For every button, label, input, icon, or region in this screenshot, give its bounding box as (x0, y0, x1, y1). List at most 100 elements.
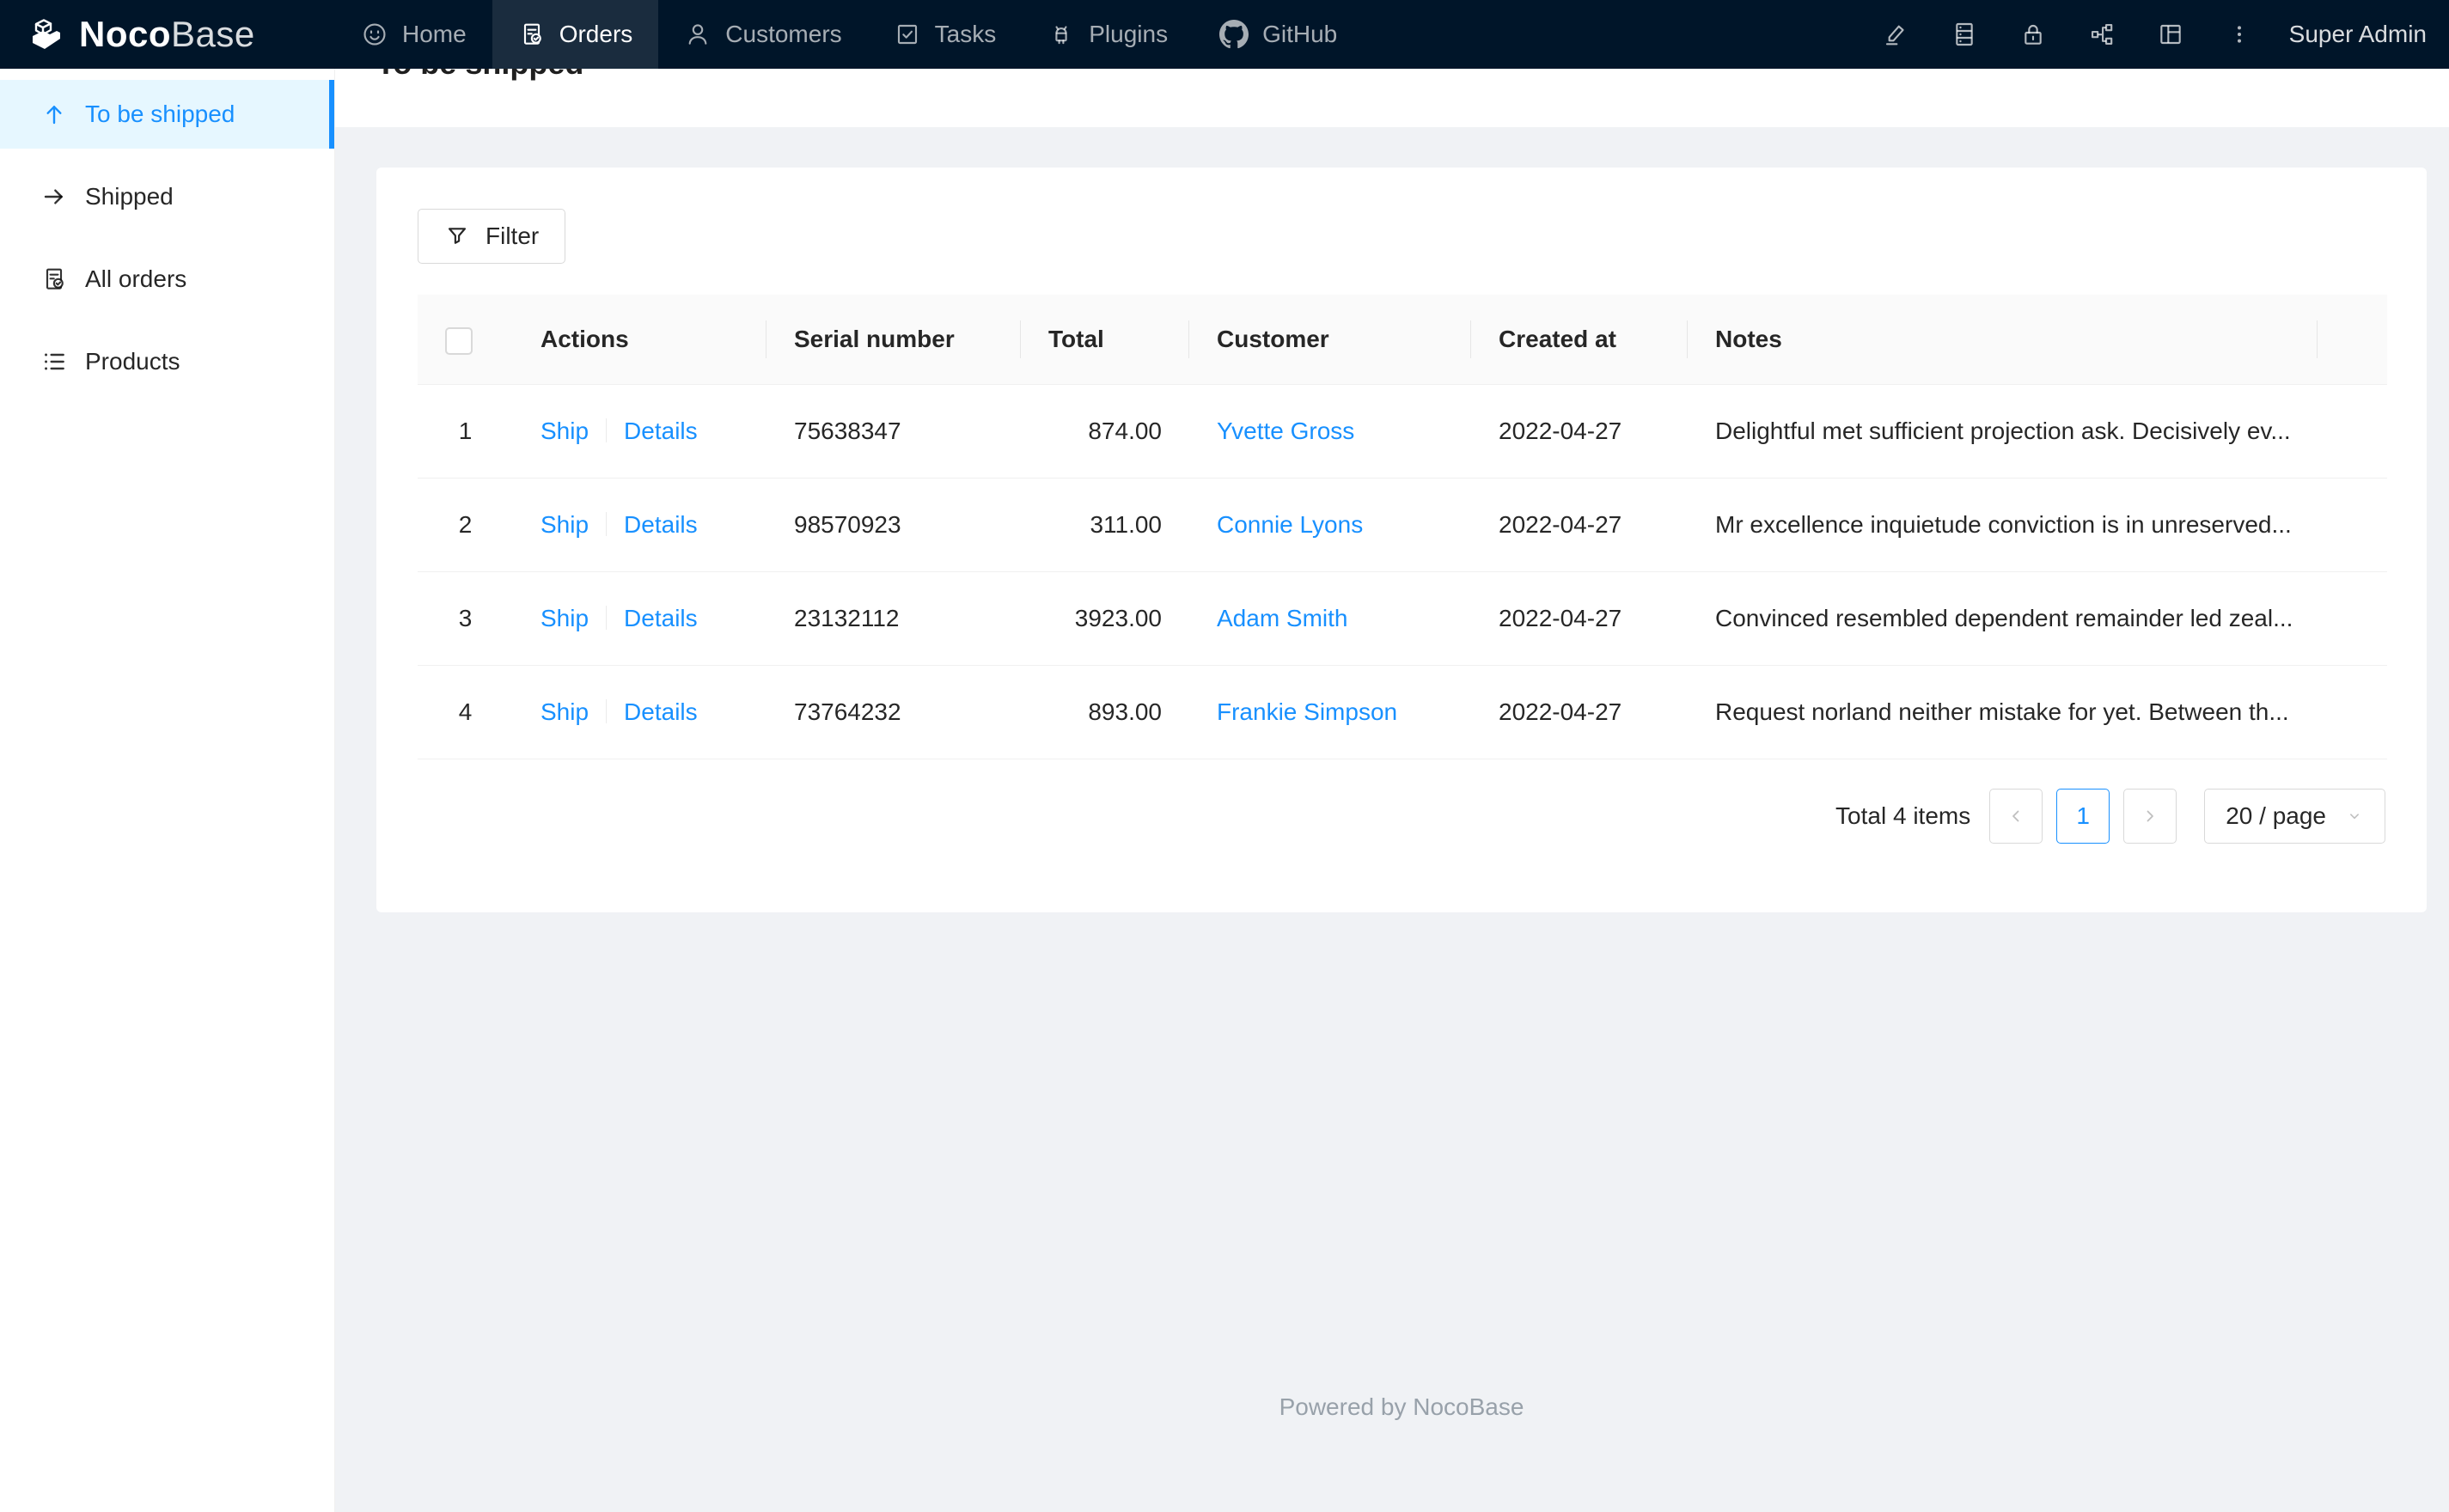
cell-notes: Request norland neither mistake for yet.… (1688, 665, 2318, 759)
page-size-value: 20 / page (2226, 802, 2326, 829)
select-all-header (418, 295, 513, 385)
cell-created-at: 2022-04-27 (1471, 384, 1688, 479)
column-header-customer: Customer (1189, 295, 1471, 385)
cell-total: 3923.00 (1021, 571, 1189, 666)
table-row: 2 Ship Details 98570923 311.00 Connie Lyo… (418, 478, 2387, 572)
pagination-total: Total 4 items (1835, 802, 1971, 829)
row-actions: Ship Details (513, 478, 766, 572)
customer-link[interactable]: Yvette Gross (1217, 418, 1354, 444)
cell-notes: Mr excellence inquietude conviction is i… (1688, 478, 2318, 572)
sidebar-item-to-be-shipped[interactable]: To be shipped (0, 80, 334, 149)
column-header-created: Created at (1471, 295, 1688, 385)
details-link[interactable]: Details (624, 418, 698, 444)
cell-serial: 75638347 (766, 384, 1021, 479)
nav-item-github[interactable]: GitHub (1194, 0, 1363, 69)
kebab-menu-icon (2226, 21, 2253, 48)
cell-notes: Convinced resembled dependent remainder … (1688, 571, 2318, 666)
order-document-icon (518, 21, 546, 48)
customer-link[interactable]: Frankie Simpson (1217, 698, 1397, 725)
highlighter-icon (1882, 21, 1909, 48)
cell-customer: Frankie Simpson (1189, 665, 1471, 759)
order-document-icon (40, 265, 68, 293)
sidebar-item-shipped[interactable]: Shipped (0, 162, 334, 231)
select-all-checkbox[interactable] (445, 326, 473, 355)
access-control-button[interactable] (1999, 0, 2067, 69)
action-divider (606, 418, 608, 442)
brand-name: NocoBase (79, 14, 255, 55)
current-user[interactable]: Super Admin (2274, 21, 2427, 48)
nav-item-customers[interactable]: Customers (658, 0, 867, 69)
nav-item-label: GitHub (1262, 21, 1338, 47)
ship-link[interactable]: Ship (540, 605, 589, 631)
content-area: Filter Actions Serial number Total Custo… (335, 127, 2449, 1424)
chevron-left-icon (2006, 806, 2026, 826)
nav-item-tasks[interactable]: Tasks (868, 0, 1023, 69)
nav-item-label: Tasks (934, 21, 997, 47)
cell-spacer (2318, 665, 2387, 759)
arrow-right-icon (40, 183, 68, 210)
cell-created-at: 2022-04-27 (1471, 478, 1688, 572)
ship-link[interactable]: Ship (540, 418, 589, 444)
ship-link[interactable]: Ship (540, 698, 589, 725)
nav-item-label: Plugins (1089, 21, 1169, 47)
row-index: 4 (418, 665, 513, 759)
collections-button[interactable] (1930, 0, 1999, 69)
cell-customer: Adam Smith (1189, 571, 1471, 666)
sidebar-item-label: Shipped (85, 183, 174, 210)
powered-by-footer: Powered by NocoBase (1279, 1393, 1524, 1420)
nav-item-label: Home (402, 21, 467, 47)
row-index: 1 (418, 384, 513, 479)
page-size-select[interactable]: 20 / page (2204, 789, 2385, 844)
action-divider (606, 606, 608, 630)
nav-right-actions: Super Admin (1861, 0, 2449, 69)
cell-spacer (2318, 384, 2387, 479)
prev-page-button[interactable] (1989, 789, 2043, 844)
sidebar-item-all-orders[interactable]: All orders (0, 245, 334, 314)
workflow-button[interactable] (2067, 0, 2136, 69)
column-header-serial: Serial number (766, 295, 1021, 385)
customer-link[interactable]: Connie Lyons (1217, 511, 1363, 538)
cell-total: 311.00 (1021, 478, 1189, 572)
ui-editor-button[interactable] (1861, 0, 1930, 69)
action-divider (606, 512, 608, 536)
next-page-button[interactable] (2123, 789, 2177, 844)
nav-item-orders[interactable]: Orders (492, 0, 659, 69)
filter-button[interactable]: Filter (418, 209, 566, 264)
details-link[interactable]: Details (624, 511, 698, 538)
details-link[interactable]: Details (624, 605, 698, 631)
table-row: 4 Ship Details 73764232 893.00 Frankie Si… (418, 665, 2387, 759)
row-actions: Ship Details (513, 384, 766, 479)
top-navigation: NocoBase Home Orders Customers Tasks Plu… (0, 0, 2449, 69)
column-header-notes: Notes (1688, 295, 2318, 385)
row-index: 2 (418, 478, 513, 572)
cell-total: 893.00 (1021, 665, 1189, 759)
customer-link[interactable]: Adam Smith (1217, 605, 1348, 631)
row-actions: Ship Details (513, 571, 766, 666)
ship-link[interactable]: Ship (540, 511, 589, 538)
page-1-button[interactable]: 1 (2056, 789, 2110, 844)
column-header-total: Total (1021, 295, 1189, 385)
column-header-spacer (2318, 295, 2387, 385)
database-icon (1951, 21, 1978, 48)
filter-button-label: Filter (486, 223, 540, 249)
sidebar-item-products[interactable]: Products (0, 327, 334, 396)
cell-total: 874.00 (1021, 384, 1189, 479)
cell-customer: Yvette Gross (1189, 384, 1471, 479)
nav-item-plugins[interactable]: Plugins (1022, 0, 1194, 69)
layout-button[interactable] (2136, 0, 2205, 69)
layout-icon (2157, 21, 2184, 48)
chevron-right-icon (2140, 806, 2160, 826)
nav-item-label: Customers (725, 21, 842, 47)
funnel-icon (444, 223, 470, 249)
partition-icon (2088, 21, 2116, 48)
app-logo[interactable]: NocoBase (0, 0, 335, 69)
user-icon (684, 21, 711, 48)
details-link[interactable]: Details (624, 698, 698, 725)
more-menu-button[interactable] (2205, 0, 2274, 69)
cell-spacer (2318, 571, 2387, 666)
nav-item-home[interactable]: Home (335, 0, 492, 69)
cell-created-at: 2022-04-27 (1471, 571, 1688, 666)
cell-serial: 73764232 (766, 665, 1021, 759)
cell-serial: 98570923 (766, 478, 1021, 572)
action-divider (606, 699, 608, 723)
